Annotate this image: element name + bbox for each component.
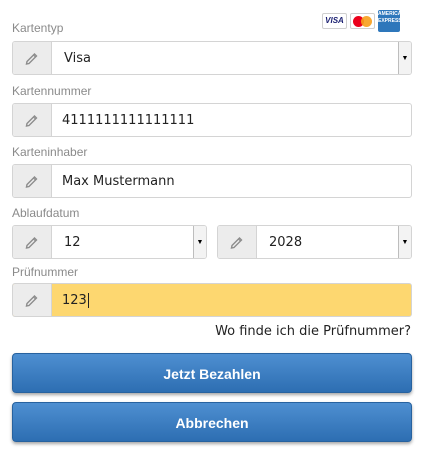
expiry-year-value: 2028: [269, 234, 303, 250]
cvc-field[interactable]: 123: [12, 283, 412, 317]
triangle-down-icon[interactable]: ▼: [193, 226, 206, 258]
triangle-down-icon[interactable]: ▼: [398, 226, 411, 258]
card-number-value: 4111111111111111: [62, 112, 195, 128]
expiry-label: Ablaufdatum: [12, 206, 80, 220]
visa-logo: VISA: [322, 13, 347, 29]
triangle-down-icon[interactable]: ▼: [398, 42, 411, 74]
card-type-label: Kartentyp: [12, 21, 64, 35]
card-logos: VISA AMERICAN EXPRESS: [322, 10, 405, 32]
card-type-value: Visa: [64, 50, 91, 66]
amex-logo: AMERICAN EXPRESS: [378, 10, 405, 32]
cvc-input[interactable]: 123: [52, 284, 411, 316]
pencil-icon: [13, 42, 52, 74]
text-caret: [87, 292, 89, 308]
expiry-month-select[interactable]: 12 ▼: [12, 225, 207, 259]
card-type-select[interactable]: Visa ▼: [12, 41, 412, 75]
card-number-field[interactable]: 4111111111111111: [12, 103, 412, 137]
pencil-icon: [218, 226, 257, 258]
expiry-month-value: 12: [64, 234, 81, 250]
card-holder-label: Karteninhaber: [12, 145, 88, 159]
card-holder-field[interactable]: Max Mustermann: [12, 164, 412, 198]
pencil-icon: [13, 284, 52, 316]
pencil-icon: [13, 165, 52, 197]
pay-button[interactable]: Jetzt Bezahlen: [12, 353, 412, 393]
expiry-year-select[interactable]: 2028 ▼: [217, 225, 412, 259]
cvc-label: Prüfnummer: [12, 265, 79, 279]
mastercard-logo: [350, 13, 375, 29]
card-number-label: Kartennummer: [12, 84, 92, 98]
pencil-icon: [13, 104, 52, 136]
cvc-help-link[interactable]: Wo finde ich die Prüfnummer?: [215, 324, 411, 339]
pencil-icon: [13, 226, 52, 258]
cancel-button[interactable]: Abbrechen: [12, 402, 412, 442]
cvc-value: 123: [62, 292, 87, 308]
card-holder-value: Max Mustermann: [62, 173, 175, 189]
